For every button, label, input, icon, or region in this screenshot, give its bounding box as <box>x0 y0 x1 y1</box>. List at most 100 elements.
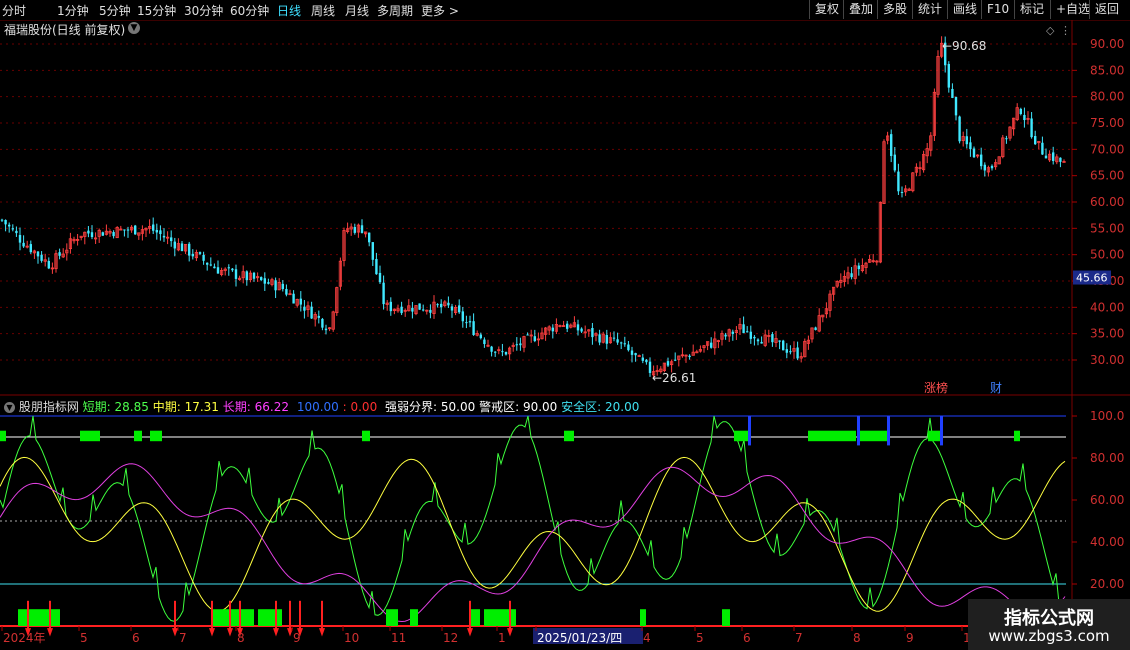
toolbar-button-4[interactable]: 画线 <box>947 0 982 19</box>
tab-1[interactable]: 1分钟 <box>57 2 89 19</box>
kline-chart[interactable]: ◇ ⋮90.0085.0080.0075.0070.0065.0060.0055.… <box>0 20 1130 650</box>
candle-body <box>188 243 191 256</box>
candle-body <box>429 309 432 313</box>
candle-body <box>382 282 385 305</box>
candle-body <box>1059 157 1062 162</box>
warn-value: 90.00 <box>522 400 558 414</box>
signal-arrow-icon <box>47 628 53 637</box>
candle-body <box>566 323 569 329</box>
price-axis-label: 90.00 <box>1090 37 1124 51</box>
date-axis-label: 1 <box>498 631 506 645</box>
short-term-line <box>0 415 1066 622</box>
candle-body <box>209 264 212 266</box>
tab-10[interactable]: 更多 > <box>421 2 459 19</box>
candle-body <box>213 266 216 269</box>
candle-body <box>760 341 763 344</box>
candle-body <box>411 307 414 312</box>
signal-bar-low <box>212 609 254 626</box>
candle-body <box>436 304 439 306</box>
candle-body <box>170 237 173 242</box>
indicator-name[interactable]: 股朋指标网 <box>19 400 79 414</box>
price-axis-label: 35.00 <box>1090 327 1124 341</box>
candle-body <box>785 349 788 353</box>
toolbar-button-2[interactable]: 多股 <box>877 0 912 19</box>
date-axis-label: 12 <box>443 631 458 645</box>
tab-4[interactable]: 30分钟 <box>184 2 223 19</box>
candle-body <box>605 334 608 344</box>
candle-body <box>645 359 648 363</box>
candle-body <box>155 229 158 233</box>
candle-body <box>990 165 994 169</box>
candle-body <box>260 277 263 281</box>
candle-body <box>1023 114 1026 121</box>
tab-7[interactable]: 周线 <box>311 2 335 19</box>
indicator-legend: ▼ 股朋指标网 短期: 28.85 中期: 17.31 长期: 66.22 10… <box>4 398 639 415</box>
candle-body <box>418 303 421 310</box>
tab-0[interactable]: 分时 <box>2 2 26 19</box>
tab-9[interactable]: 多周期 <box>377 2 413 19</box>
tab-8[interactable]: 月线 <box>345 2 369 19</box>
candle-body <box>101 232 104 236</box>
candle-body <box>483 339 486 345</box>
candle-body <box>252 272 256 279</box>
short-label: 短期: <box>82 400 115 414</box>
candle-body <box>198 252 202 254</box>
candle-body <box>299 298 302 305</box>
candle-body <box>375 258 378 275</box>
candle-body <box>422 309 425 311</box>
tab-2[interactable]: 5分钟 <box>99 2 131 19</box>
toolbar-button-0[interactable]: 复权 <box>809 0 844 19</box>
toolbar-button-8[interactable]: 返回 <box>1089 0 1124 19</box>
toolbar-button-6[interactable]: 标记 <box>1014 0 1049 19</box>
candle-body <box>378 272 382 283</box>
signal-marker-top <box>940 416 943 446</box>
event-tag-limitup: 涨榜 <box>924 380 948 395</box>
value-0: 0.00 <box>350 400 378 414</box>
signal-bar-low <box>640 609 646 626</box>
tab-6[interactable]: 日线 <box>277 2 301 19</box>
candle-body <box>951 88 954 98</box>
tab-3[interactable]: 15分钟 <box>137 2 176 19</box>
candle-body <box>947 63 950 88</box>
candle-body <box>47 260 50 269</box>
mid-value: 17.31 <box>184 400 219 414</box>
mid-label: 中期: <box>152 400 185 414</box>
date-axis-label: 6 <box>132 631 140 645</box>
watermark: 指标公式网 www.zbgs3.com <box>968 599 1130 650</box>
candle-body <box>465 322 468 324</box>
candle-body <box>598 334 601 343</box>
date-axis-label: 4 <box>643 631 651 645</box>
candle-body <box>1041 142 1044 155</box>
candle-body <box>324 328 328 331</box>
candle-body <box>461 311 464 322</box>
candle-body <box>310 306 313 319</box>
candle-body <box>958 116 961 142</box>
candle-body <box>771 334 774 343</box>
candle-body <box>353 227 356 233</box>
candle-body <box>450 306 454 311</box>
boundary-value: 50.00 <box>440 400 476 414</box>
candle-body <box>724 334 727 337</box>
candle-body <box>612 337 616 339</box>
price-axis-label: 85.00 <box>1090 63 1124 77</box>
candle-body <box>890 134 893 157</box>
date-axis-label: 7 <box>795 631 803 645</box>
candle-body <box>746 331 749 333</box>
date-axis-label: 5 <box>696 631 704 645</box>
long-term-line <box>0 463 1066 623</box>
candle-body <box>674 359 677 361</box>
candle-body <box>4 219 7 225</box>
signal-arrow-icon <box>273 628 279 637</box>
toolbar-button-5[interactable]: F10 <box>981 0 1014 19</box>
candle-body <box>447 302 450 306</box>
candle-body <box>526 334 529 336</box>
toolbar-button-1[interactable]: 叠加 <box>843 0 878 19</box>
signal-bar-low <box>722 609 730 626</box>
indicator-collapse-icon[interactable]: ▼ <box>4 402 15 413</box>
candle-body <box>897 171 900 192</box>
toolbar-button-3[interactable]: 统计 <box>912 0 947 19</box>
price-axis-label: 40.00 <box>1090 300 1124 314</box>
candle-body <box>782 340 785 351</box>
candle-body <box>479 334 482 339</box>
tab-5[interactable]: 60分钟 <box>230 2 269 19</box>
